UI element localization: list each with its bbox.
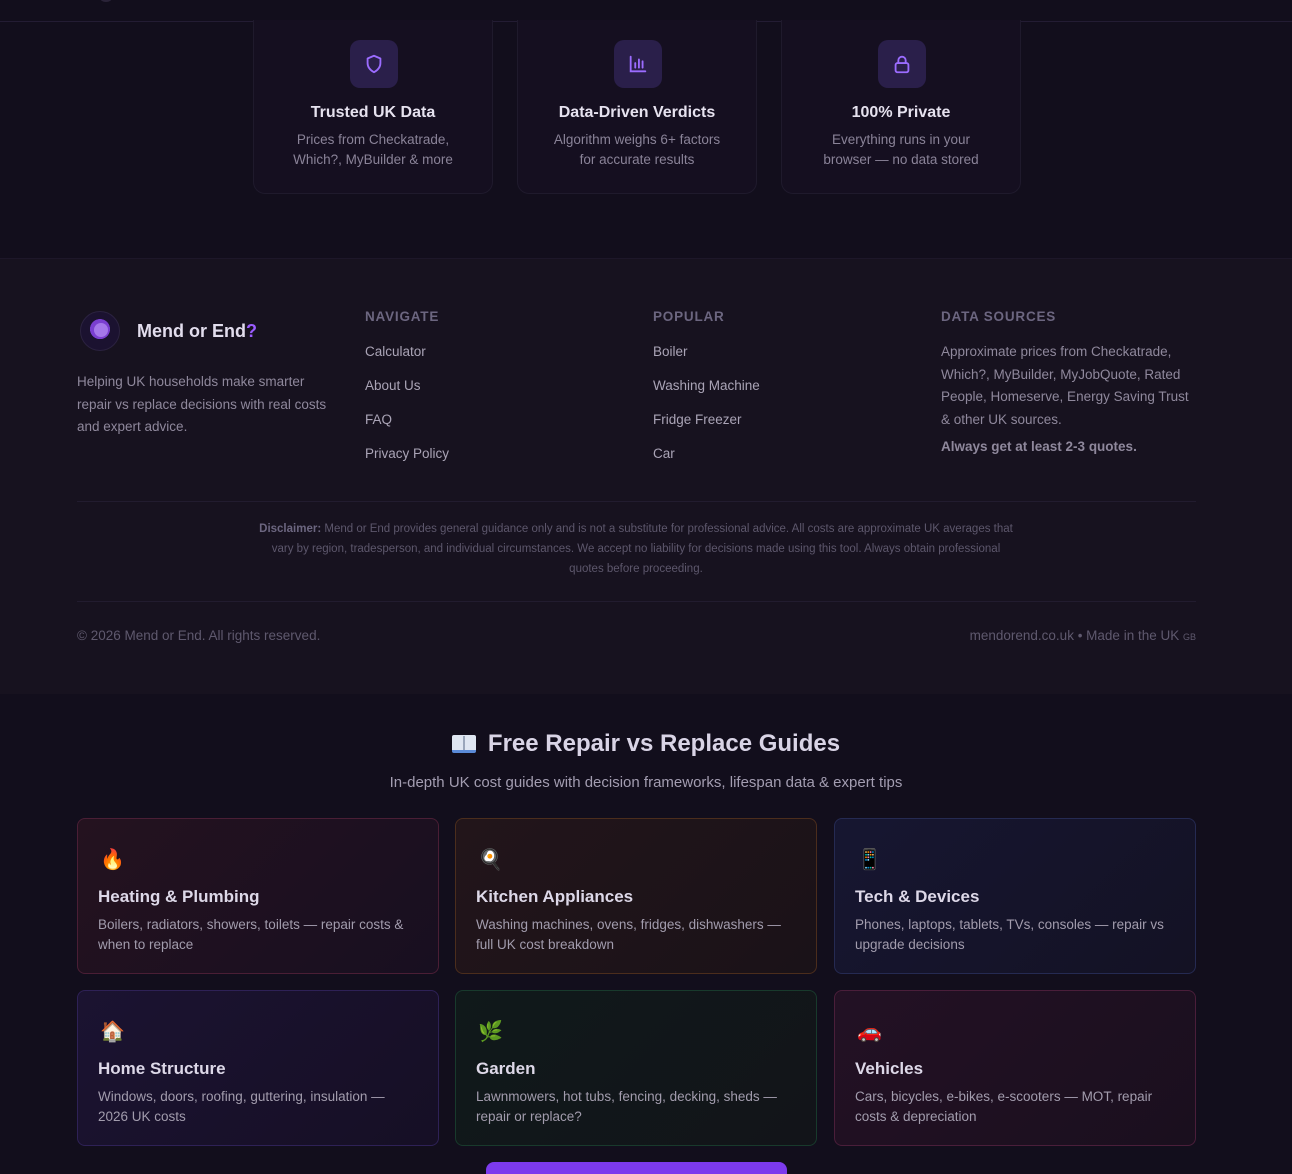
frying-pan-icon: 🍳 [478,847,503,871]
footer-about: Helping UK households make smarter repai… [77,374,327,434]
mobile-phone-icon: 📱 [857,847,882,871]
feature-card-trusted-data: Trusted UK Data Prices from Checkatrade,… [253,20,493,194]
top-nav-bar [0,0,1292,22]
guide-card-title: Heating & Plumbing [98,887,260,906]
footer-link-privacy[interactable]: Privacy Policy [365,445,449,479]
guide-card-title: Tech & Devices [855,887,980,906]
site-footer: Mend or End? Helping UK households make … [0,259,1292,694]
feature-title: Trusted UK Data [310,104,436,121]
disclaimer-label: Disclaimer: [259,523,322,535]
footer-link-fridge-freezer[interactable]: Fridge Freezer [653,411,760,445]
guide-card-description: Boilers, radiators, showers, toilets — r… [98,917,404,952]
guides-subtitle: In-depth UK cost guides with decision fr… [389,774,903,791]
bar-chart-icon [614,40,662,88]
brand-logo [80,311,120,351]
data-sources-text: Approximate prices from Checkatrade, Whi… [941,344,1189,427]
guide-card-title: Vehicles [855,1059,924,1078]
guide-card-heating[interactable]: 🔥 Heating & Plumbing Boilers, radiators,… [77,818,439,974]
disclaimer: Disclaimer: Mend or End provides general… [256,519,1016,579]
data-sources-advice: Always get at least 2-3 quotes. [941,439,1137,454]
column-heading: NAVIGATE [365,309,440,324]
footer-link-faq[interactable]: FAQ [365,411,449,445]
feature-description: Algorithm weighs 6+ factors for accurate … [553,132,721,167]
site-info: mendorend.co.uk • Made in the UK GB [969,628,1196,643]
brand-name: Mend or End [137,320,246,341]
guide-card-description: Lawnmowers, hot tubs, fencing, decking, … [476,1089,777,1124]
guide-card-kitchen[interactable]: 🍳 Kitchen Appliances Washing machines, o… [455,818,817,974]
brand-question-mark: ? [246,320,257,341]
disclaimer-text: Mend or End provides general guidance on… [271,523,1013,575]
herb-icon: 🌿 [478,1019,503,1043]
open-book-icon [451,735,476,753]
guide-card-description: Washing machines, ovens, fridges, dishwa… [476,917,781,952]
footer-divider [77,501,1196,502]
guide-card-title: Garden [476,1059,536,1078]
copyright: © 2026 Mend or End. All rights reserved. [77,628,321,643]
feature-card-verdicts: Data-Driven Verdicts Algorithm weighs 6+… [517,20,757,194]
footer-link-boiler[interactable]: Boiler [653,343,760,377]
footer-link-calculator[interactable]: Calculator [365,343,449,377]
guide-card-description: Windows, doors, roofing, guttering, insu… [98,1089,385,1124]
guide-card-tech[interactable]: 📱 Tech & Devices Phones, laptops, tablet… [834,818,1196,974]
feature-title: Data-Driven Verdicts [558,104,716,121]
footer-popular-column: POPULAR Boiler Washing Machine Fridge Fr… [653,309,760,479]
guide-card-garden[interactable]: 🌿 Garden Lawnmowers, hot tubs, fencing, … [455,990,817,1146]
column-heading: POPULAR [653,309,725,324]
footer-navigate-column: NAVIGATE Calculator About Us FAQ Privacy… [365,309,449,479]
footer-link-about[interactable]: About Us [365,377,449,411]
guide-card-description: Phones, laptops, tablets, TVs, consoles … [855,917,1164,952]
features-section: Trusted UK Data Prices from Checkatrade,… [0,20,1292,259]
footer-link-car[interactable]: Car [653,445,760,479]
feature-card-private: 100% Private Everything runs in your brow… [781,20,1021,194]
guide-card-home-structure[interactable]: 🏠 Home Structure Windows, doors, roofing… [77,990,439,1146]
feature-description: Prices from Checkatrade, Which?, MyBuilde… [293,132,453,167]
footer-brand[interactable]: Mend or End? [80,311,257,351]
car-icon: 🚗 [857,1019,882,1043]
guide-card-description: Cars, bicycles, e-bikes, e-scooters — MO… [855,1089,1153,1124]
flag-icon: GB [1182,632,1196,642]
footer-data-sources-column: DATA SOURCES Approximate prices from Che… [941,309,1197,454]
house-icon: 🏠 [100,1019,125,1043]
column-heading: DATA SOURCES [941,309,1057,324]
view-all-guides-button[interactable] [486,1162,787,1174]
guide-card-vehicles[interactable]: 🚗 Vehicles Cars, bicycles, e-bikes, e-sc… [834,990,1196,1146]
guide-card-title: Home Structure [98,1059,226,1078]
lock-icon [878,40,926,88]
feature-title: 100% Private [851,104,951,121]
shield-icon [350,40,398,88]
guides-section: Free Repair vs Replace Guides In-depth U… [0,694,1292,1174]
guides-heading: Free Repair vs Replace Guides [0,730,1292,758]
feature-description: Everything runs in your browser — no data… [823,132,979,167]
fire-icon: 🔥 [100,847,125,871]
nav-logo-fragment [100,0,112,2]
footer-divider [77,601,1196,602]
guide-card-title: Kitchen Appliances [476,887,634,906]
footer-link-washing-machine[interactable]: Washing Machine [653,377,760,411]
